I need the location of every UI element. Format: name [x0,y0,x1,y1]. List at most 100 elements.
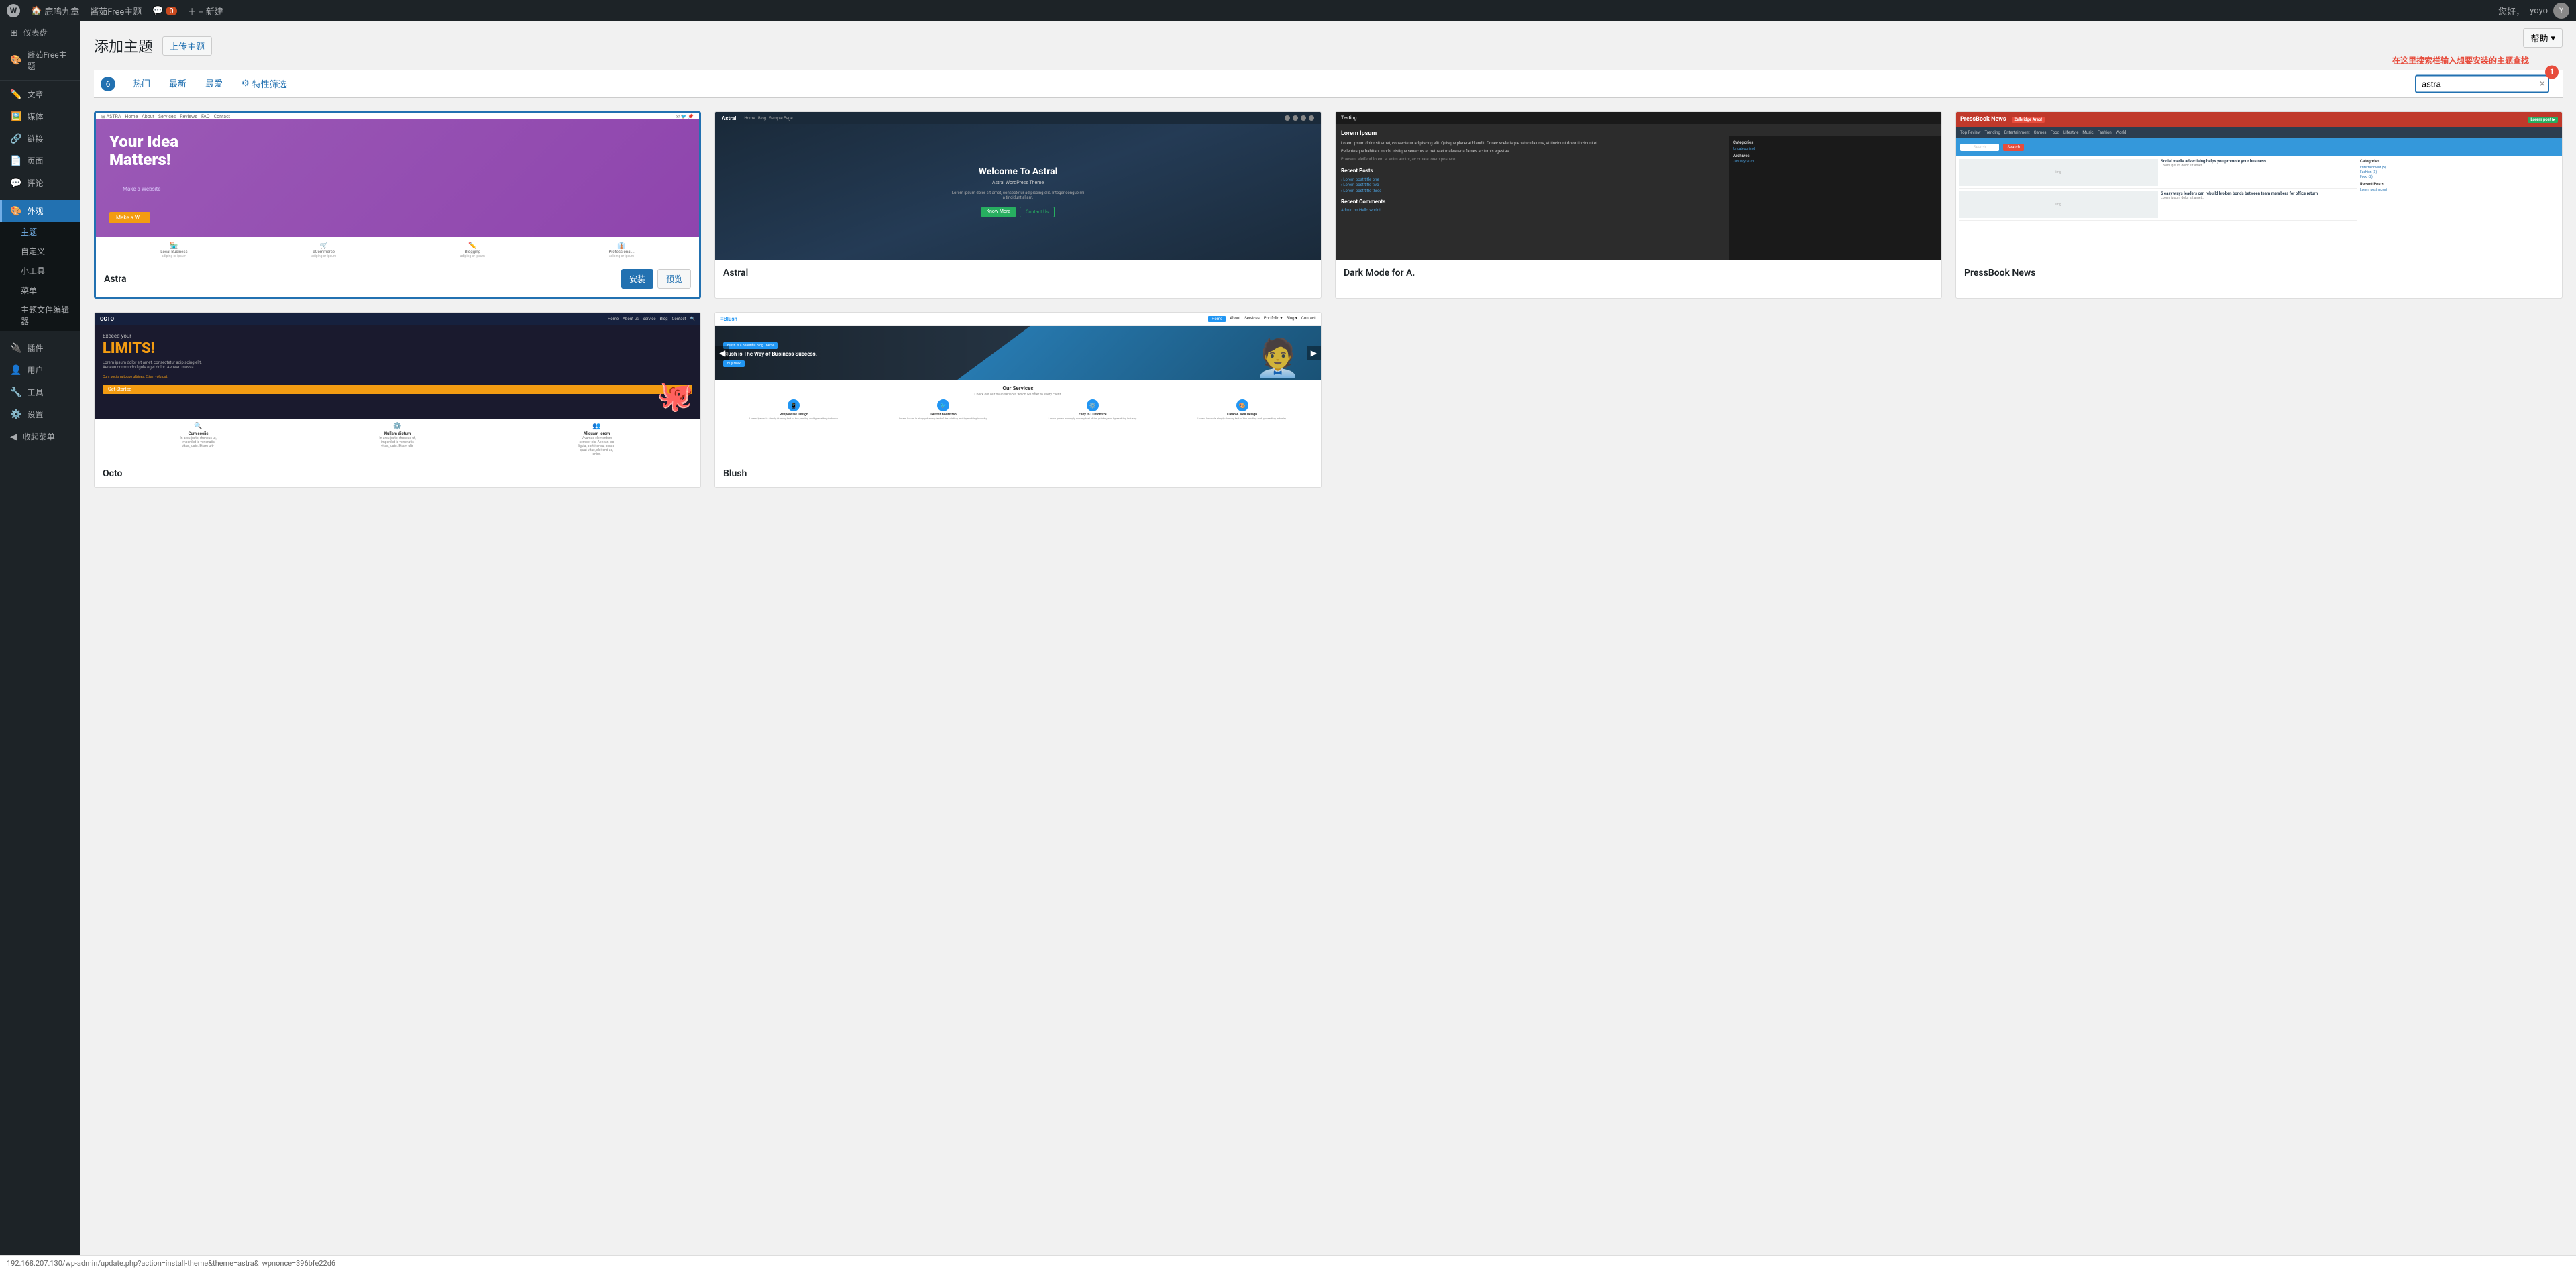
site-name: 鹿鸣九章 [44,5,79,17]
submenu-widgets[interactable]: 小工具 [0,261,80,281]
theme-grid: ⊞ ASTRA HomeAboutServicesReviewsFAQConta… [94,111,2563,488]
theme-card-darkmode[interactable]: Testing Lorem Ipsum Lorem ipsum dolor si… [1335,111,1942,299]
tab-favorites[interactable]: 最爱 [196,70,232,97]
status-url: 192.168.207.130/wp-admin/update.php?acti… [7,1259,335,1268]
astra-install-button[interactable]: 安装 [621,269,653,289]
theme-count-badge: 6 [101,77,115,91]
new-content-button[interactable]: ＋ + 新建 [188,5,223,17]
search-clear-button[interactable]: × [2539,79,2545,89]
astra-nav: ⊞ ASTRA HomeAboutServicesReviewsFAQConta… [96,113,699,119]
blush-hero: 🧑‍💼 ◀ ▶ Blush is a Beautiful Blog Theme … [715,326,1321,380]
avatar[interactable]: Y [2553,3,2569,19]
annotation-1-badge: 1 [2545,65,2559,79]
appearance-icon: 🎨 [10,206,21,217]
admin-sidebar: ⊞ 仪表盘 🎨 酱茹Free主题 ✏️ 文章 🖼️ 媒体 🔗 链接 📄 页面 💬… [0,21,80,1271]
theme-search-input[interactable] [2415,74,2549,93]
darkmode-name: Dark Mode for A. [1344,268,1415,278]
sidebar-item-media[interactable]: 🖼️ 媒体 [0,105,80,128]
sidebar-item-plugins[interactable]: 🔌 插件 [0,337,80,359]
theme-card-pressbook[interactable]: PressBook News Zelbridge Arao! Lorem pos… [1955,111,2563,299]
darkmode-screenshot: Testing Lorem Ipsum Lorem ipsum dolor si… [1336,112,1941,260]
pages-icon: 📄 [10,156,21,166]
astra-preview-button[interactable]: 预览 [657,269,691,289]
comments-link[interactable]: 💬 0 [152,6,176,16]
astral-name: Astral [723,268,748,278]
astral-hero: Welcome To Astral Astral WordPress Theme… [715,124,1321,260]
sidebar-item-appearance[interactable]: 🎨 外观 [0,200,80,222]
upload-theme-button[interactable]: 上传主题 [162,36,212,56]
plugins-icon: 🔌 [10,343,21,354]
theme-card-blush[interactable]: ≡Blush Home AboutServicesPortfolio ▾Blog… [714,312,1322,488]
submenu-menus[interactable]: 菜单 [0,281,80,300]
posts-icon: ✏️ [10,89,21,100]
sidebar-item-dashboard[interactable]: ⊞ 仪表盘 [0,21,80,44]
astra-screenshot: ⊞ ASTRA HomeAboutServicesReviewsFAQConta… [96,113,699,261]
darkmode-nav: Testing [1336,112,1941,124]
blush-services: Our Services Check out our main services… [715,380,1321,425]
octo-footer: Octo [95,460,700,487]
octo-hero: Exceed your LIMITS! Lorem ipsum dolor si… [95,325,700,419]
media-icon: 🖼️ [10,111,21,122]
pressbook-nav: Top Review Trending Entertainment Games … [1956,127,2562,138]
octo-screenshot: OCTO HomeAbout usServiceBlogContact 🔍 Ex… [95,313,700,460]
darkmode-sidebar: Categories Uncategorized Archives Januar… [1729,136,1941,260]
pressbook-footer: PressBook News [1956,260,2562,287]
username-text: yoyo [2530,6,2548,16]
astra-actions: 安装 预览 [621,269,691,289]
pressbook-header: PressBook News Zelbridge Arao! Lorem pos… [1956,112,2562,127]
dashboard-icon: ⊞ [10,28,18,38]
sidebar-item-jiangru[interactable]: 🎨 酱茹Free主题 [0,44,80,77]
blush-prev-button[interactable]: ◀ [715,346,729,360]
page-title: 添加主题 [94,35,153,56]
comments-icon: 💬 [152,6,163,16]
octo-name: Octo [103,468,122,479]
blush-service-twitter: 🐦 Twitter Bootstrap Lorem Ipsum is simpl… [870,399,1017,420]
submenu-customize[interactable]: 自定义 [0,242,80,261]
sidebar-item-settings[interactable]: ⚙️ 设置 [0,403,80,425]
annotation-1-label: 在这里搜索栏输入想要安装的主题查找 [2392,54,2529,66]
admin-bar: W 🏠 鹿鸣九章 酱茹Free主题 💬 0 ＋ + 新建 您好， yoyo Y [0,0,2576,21]
tab-latest[interactable]: 最新 [160,70,196,97]
settings-icon: ⚙️ [10,409,21,420]
sidebar-item-posts[interactable]: ✏️ 文章 [0,83,80,105]
theme-card-astral[interactable]: Astral Home Blog Sample Page Welcome To … [714,111,1322,299]
octo-features: 🔍 Cum sociis In arcu justo, rhoncus ut, … [95,419,700,460]
sidebar-item-collapse[interactable]: ◀ 收起菜单 [0,425,80,448]
pressbook-screenshot: PressBook News Zelbridge Arao! Lorem pos… [1956,112,2562,260]
status-bar: 192.168.207.130/wp-admin/update.php?acti… [0,1255,2576,1271]
astral-footer: Astral [715,260,1321,287]
theme-tabs-bar: 6 热门 最新 最爱 ⚙ 特性筛选 × 1 在这里搜索栏输入想要安装的主题查找 [94,70,2563,98]
sidebar-item-pages[interactable]: 📄 页面 [0,150,80,172]
tab-popular[interactable]: 热门 [123,70,160,97]
gear-filter-icon: ⚙ [241,79,250,89]
collapse-icon: ◀ [10,431,17,442]
sidebar-item-tools[interactable]: 🔧 工具 [0,381,80,403]
theme-name: 酱茹Free主题 [90,5,142,17]
blush-screenshot: ≡Blush Home AboutServicesPortfolio ▾Blog… [715,313,1321,460]
tab-feature-filter[interactable]: ⚙ 特性筛选 [232,70,297,97]
sidebar-item-links[interactable]: 🔗 链接 [0,128,80,150]
submenu-themes[interactable]: 主题 [0,222,80,242]
help-button[interactable]: 帮助 ▾ [2523,28,2563,48]
blush-service-customize: ⚙️ Easy to Customize Lorem Ipsum is simp… [1020,399,1167,420]
theme-link[interactable]: 酱茹Free主题 [90,5,142,17]
sidebar-item-users[interactable]: 👤 用户 [0,359,80,381]
jiangru-icon: 🎨 [10,55,21,66]
theme-card-octo[interactable]: OCTO HomeAbout usServiceBlogContact 🔍 Ex… [94,312,701,488]
comments-sidebar-icon: 💬 [10,178,21,189]
sidebar-item-comments[interactable]: 💬 评论 [0,172,80,194]
pressbook-search-bar: Search Search [1956,138,2562,156]
comment-count: 0 [166,7,176,15]
astra-name: Astra [104,274,127,285]
site-home-link[interactable]: 🏠 鹿鸣九章 [31,5,79,17]
octo-nav: OCTO HomeAbout usServiceBlogContact 🔍 [95,313,700,325]
blush-next-button[interactable]: ▶ [1307,346,1321,360]
theme-card-astra[interactable]: ⊞ ASTRA HomeAboutServicesReviewsFAQConta… [94,111,701,299]
astra-hero: Your IdeaMatters! Make a Website Make a … [96,119,699,237]
plus-icon: ＋ [188,5,197,17]
astral-nav: Astral Home Blog Sample Page [715,112,1321,124]
submenu-editor[interactable]: 主题文件编辑器 [0,300,80,331]
home-icon: 🏠 [31,6,42,16]
wp-logo-icon[interactable]: W [7,4,20,17]
darkmode-footer: Dark Mode for A. [1336,260,1941,287]
